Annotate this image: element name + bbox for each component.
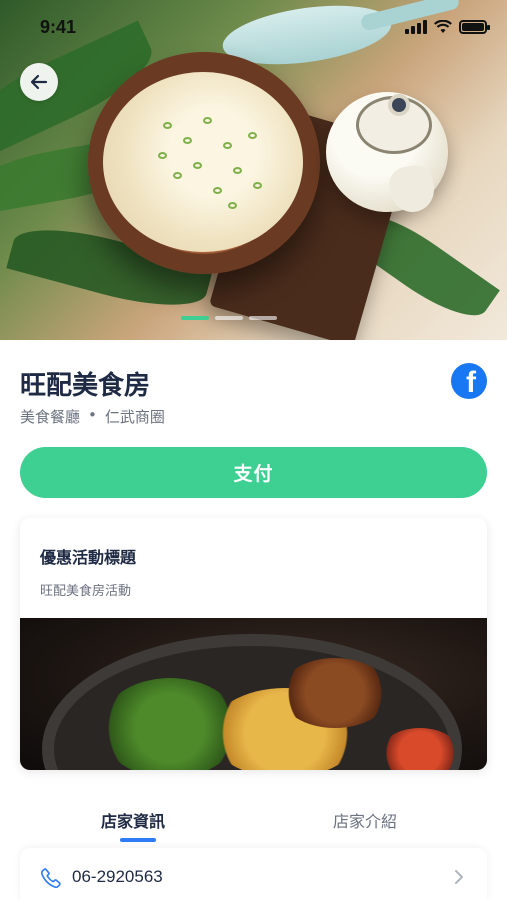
back-button[interactable] <box>20 63 58 101</box>
food-pepper <box>380 728 460 770</box>
tab-store-intro[interactable]: 店家介紹 <box>333 808 397 832</box>
carousel-dot[interactable] <box>249 316 277 320</box>
arrow-left-icon <box>30 74 48 90</box>
carousel-indicator[interactable] <box>181 316 277 320</box>
store-category: 美食餐廳 <box>20 408 81 426</box>
phone-row[interactable]: 06-2920563 <box>20 848 487 900</box>
phone-icon <box>40 868 61 889</box>
phone-number: 06-2920563 <box>72 867 163 886</box>
store-name: 旺配美食房 <box>20 371 151 401</box>
meta-separator: • <box>88 406 97 424</box>
promo-title: 優惠活動標題 <box>40 548 137 567</box>
status-icons <box>405 20 490 34</box>
chevron-right-icon <box>455 870 463 884</box>
promo-image <box>20 618 487 770</box>
food-meat <box>280 658 390 728</box>
cellular-signal-icon <box>405 20 427 34</box>
wifi-icon <box>434 20 452 33</box>
carousel-dot[interactable] <box>181 316 209 320</box>
promo-card[interactable]: 優惠活動標題 旺配美食房活動 <box>20 518 487 770</box>
store-meta: 美食餐廳 • 仁武商圈 <box>20 406 165 427</box>
carousel-dot[interactable] <box>215 316 243 320</box>
teapot-knob <box>388 94 410 116</box>
promo-subtitle: 旺配美食房活動 <box>40 584 132 599</box>
status-time: 9:41 <box>40 17 77 37</box>
status-bar: 9:41 <box>0 0 507 56</box>
active-tab-indicator <box>120 838 156 842</box>
pay-button[interactable]: 支付 <box>20 447 487 498</box>
miso-soup <box>103 72 303 252</box>
battery-icon <box>459 20 490 34</box>
facebook-button[interactable]: f <box>451 363 487 399</box>
tab-store-info[interactable]: 店家資訊 <box>101 808 165 832</box>
tab-bar: 店家資訊 店家介紹 <box>0 800 507 844</box>
store-area: 仁武商圈 <box>104 408 165 426</box>
facebook-icon: f <box>466 366 476 399</box>
